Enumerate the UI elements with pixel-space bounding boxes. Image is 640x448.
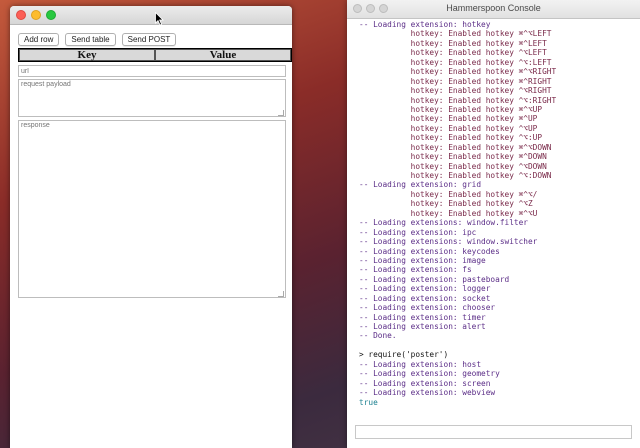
add-row-button[interactable]: Add row	[18, 33, 60, 46]
console-line: -- Loading extension: keycodes	[359, 246, 500, 256]
console-line: hotkey: Enabled hotkey ^⌥DOWN	[359, 161, 547, 171]
console-line: -- Loading extensions: window.switcher	[359, 237, 538, 247]
console-line: hotkey: Enabled hotkey ⌘^⌥RIGHT	[359, 67, 557, 77]
console-input[interactable]	[355, 425, 632, 439]
console-line: hotkey: Enabled hotkey ⌘^⌥DOWN	[359, 142, 552, 152]
console-line: -- Loading extension: grid	[359, 180, 482, 190]
console-line: hotkey: Enabled hotkey ^⌥Z	[359, 199, 533, 209]
key-value-table: Key Value	[18, 48, 292, 62]
console-line: -- Done.	[359, 331, 397, 341]
console-line: -- Loading extension: host	[359, 359, 482, 369]
console-line: -- Loading extension: screen	[359, 378, 491, 388]
console-line: hotkey: Enabled hotkey ^⌥:UP	[359, 133, 543, 143]
console-title: Hammerspoon Console	[446, 3, 541, 13]
console-line: -- Loading extension: alert	[359, 322, 486, 331]
console-line: -- Loading extensions: window.filter	[359, 218, 528, 228]
console-line: true	[359, 397, 378, 407]
console-line: hotkey: Enabled hotkey ^⌥:LEFT	[359, 57, 552, 67]
console-line: hotkey: Enabled hotkey ^⌥:RIGHT	[359, 95, 557, 105]
poster-content: Add row Send table Send POST Key Value	[10, 25, 292, 448]
console-line: hotkey: Enabled hotkey ⌘^⌥U	[359, 208, 538, 218]
poster-window: Add row Send table Send POST Key Value	[10, 6, 292, 448]
console-line: -- Loading extension: hotkey	[359, 20, 491, 29]
minimize-icon[interactable]	[31, 10, 41, 20]
request-payload-textarea[interactable]	[18, 79, 286, 117]
console-line: -- Loading extension: timer	[359, 312, 486, 322]
console-line: hotkey: Enabled hotkey ⌘^⌥/	[359, 189, 538, 199]
console-line: -- Loading extension: webview	[359, 388, 496, 398]
console-line: -- Loading extension: pasteboard	[359, 274, 510, 284]
console-output: -- Loading extension: hotkey hotkey: Ena…	[359, 20, 634, 412]
poster-titlebar[interactable]	[10, 6, 292, 25]
console-line: -- Loading extension: logger	[359, 284, 491, 294]
response-resize-grip[interactable]	[278, 291, 284, 297]
value-column-header: Value	[155, 49, 291, 61]
console-line: > require('poster')	[359, 350, 449, 360]
console-line: hotkey: Enabled hotkey ^⌥LEFT	[359, 48, 547, 58]
url-input[interactable]	[18, 65, 286, 77]
console-line: -- Loading extension: geometry	[359, 369, 500, 379]
console-line: -- Loading extension: socket	[359, 293, 491, 303]
console-line: hotkey: Enabled hotkey ⌘^RIGHT	[359, 76, 552, 86]
payload-resize-grip[interactable]	[278, 110, 284, 116]
send-table-button[interactable]: Send table	[65, 33, 116, 46]
mouse-cursor-icon	[155, 12, 164, 26]
poster-toolbar: Add row Send table Send POST	[18, 33, 177, 49]
console-line: -- Loading extension: ipc	[359, 227, 477, 237]
console-line: -- Loading extension: chooser	[359, 303, 496, 313]
send-post-button[interactable]: Send POST	[121, 33, 177, 46]
console-line: hotkey: Enabled hotkey ^⌥RIGHT	[359, 86, 552, 96]
console-line: hotkey: Enabled hotkey ⌘^⌥LEFT	[359, 29, 552, 39]
console-line: hotkey: Enabled hotkey ⌘^⌥UP	[359, 104, 543, 114]
console-line: hotkey: Enabled hotkey ⌘^UP	[359, 114, 538, 124]
key-column-header: Key	[19, 49, 155, 61]
close-icon[interactable]	[16, 10, 26, 20]
console-titlebar[interactable]: Hammerspoon Console	[347, 0, 640, 19]
console-window: Hammerspoon Console -- Loading extension…	[347, 0, 640, 448]
maximize-icon[interactable]	[46, 10, 56, 20]
console-line: hotkey: Enabled hotkey ⌘^DOWN	[359, 152, 547, 162]
console-line: hotkey: Enabled hotkey ^⌥:DOWN	[359, 171, 552, 180]
console-line: -- Loading extension: image	[359, 255, 486, 265]
console-line: hotkey: Enabled hotkey ⌘^LEFT	[359, 38, 547, 48]
console-line: hotkey: Enabled hotkey ^⌥UP	[359, 123, 538, 133]
response-textarea[interactable]	[18, 120, 286, 298]
console-line: -- Loading extension: fs	[359, 265, 472, 275]
